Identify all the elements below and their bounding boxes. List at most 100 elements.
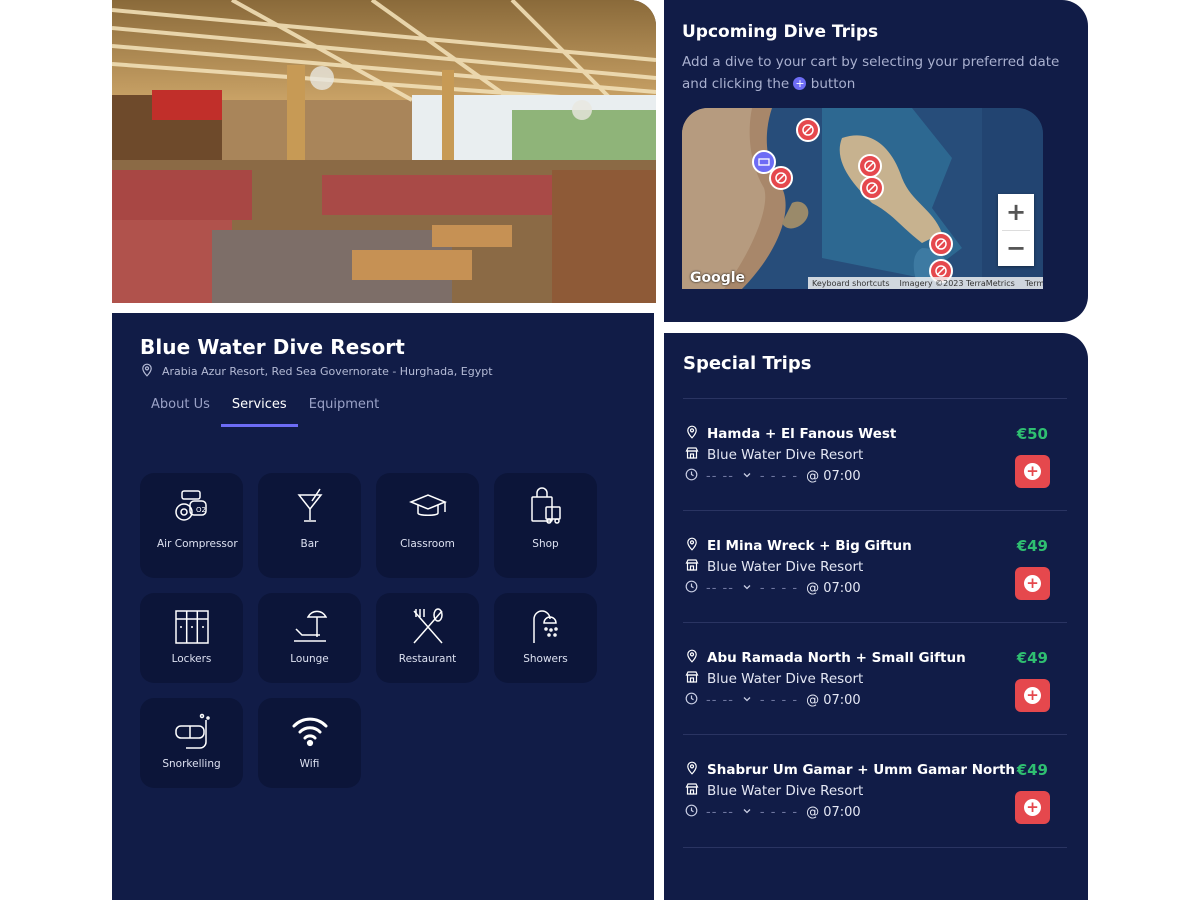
service-label: Restaurant: [398, 653, 457, 665]
trip-dive-center: Blue Water Dive Resort: [707, 559, 864, 575]
location-pin-icon: [685, 761, 699, 779]
dive-site-marker[interactable]: [858, 154, 882, 178]
trip-item: Hamda + El Fanous West Blue Water Dive R…: [683, 398, 1067, 511]
map-attribution: Keyboard shortcuts Imagery ©2023 TerraMe…: [808, 277, 1043, 289]
trip-name: Shabrur Um Gamar + Umm Gamar North: [707, 762, 1016, 778]
tab-equipment[interactable]: Equipment: [298, 395, 391, 427]
cocktail-icon: [296, 488, 323, 522]
upcoming-title: Upcoming Dive Trips: [682, 22, 879, 42]
service-label: Snorkelling: [162, 758, 221, 770]
time-selector[interactable]: - - - -: [760, 581, 798, 596]
trip-dive-center: Blue Water Dive Resort: [707, 447, 864, 463]
address-text: Arabia Azur Resort, Red Sea Governorate …: [162, 365, 493, 378]
special-trips-title: Special Trips: [683, 353, 812, 374]
storefront-icon: [685, 558, 699, 576]
location-pin-icon: [685, 537, 699, 555]
service-air-compressor: O2 Air Compressor: [140, 473, 243, 578]
clock-icon: [685, 692, 698, 709]
shower-icon: [532, 610, 558, 643]
satellite-map[interactable]: [682, 108, 1043, 289]
date-selector[interactable]: -- --: [706, 469, 734, 484]
dive-center-marker[interactable]: [752, 150, 776, 174]
resort-panel: Blue Water Dive Resort Arabia Azur Resor…: [112, 313, 654, 900]
upcoming-description: Add a dive to your cart by selecting you…: [682, 51, 1072, 95]
service-label: Showers: [523, 653, 568, 665]
resort-interior-image: [112, 0, 656, 303]
upcoming-trips-panel: Upcoming Dive Trips Add a dive to your c…: [664, 0, 1088, 322]
trip-name: Hamda + El Fanous West: [707, 426, 897, 442]
time-selector[interactable]: - - - -: [760, 693, 798, 708]
snorkel-mask-icon: [174, 713, 210, 749]
dive-sites-map[interactable]: + − Google Keyboard shortcuts Imagery ©2…: [682, 108, 1043, 289]
trip-price: €49: [1016, 649, 1048, 667]
service-label: Bar: [300, 538, 319, 550]
trip-time: @ 07:00: [806, 805, 861, 820]
service-label: Shop: [532, 538, 559, 550]
chevron-down-icon[interactable]: [742, 805, 752, 820]
terms-link[interactable]: Terms: [1025, 279, 1043, 288]
service-label: Air Compressor: [157, 538, 238, 550]
time-selector[interactable]: - - - -: [760, 469, 798, 484]
keyboard-shortcuts-link[interactable]: Keyboard shortcuts: [812, 279, 889, 288]
add-to-cart-button[interactable]: +: [1015, 791, 1050, 824]
graduation-cap-icon: [408, 494, 447, 516]
trip-time: @ 07:00: [806, 693, 861, 708]
zoom-divider: [1002, 230, 1030, 231]
storefront-icon: [685, 446, 699, 464]
special-trips-panel: Special Trips Hamda + El Fanous West Blu…: [664, 333, 1088, 900]
trip-time: @ 07:00: [806, 469, 861, 484]
clock-icon: [685, 468, 698, 485]
dive-site-marker[interactable]: [929, 232, 953, 256]
time-selector[interactable]: - - - -: [760, 805, 798, 820]
resort-photo: [112, 0, 656, 303]
trip-name: El Mina Wreck + Big Giftun: [707, 538, 912, 554]
service-lounge: Lounge: [258, 593, 361, 683]
dive-site-marker[interactable]: [860, 176, 884, 200]
add-to-cart-button[interactable]: +: [1015, 567, 1050, 600]
location-pin-icon: [685, 425, 699, 443]
tab-about-us[interactable]: About Us: [140, 395, 221, 427]
beach-lounger-icon: [293, 610, 327, 642]
service-restaurant: Restaurant: [376, 593, 479, 683]
chevron-down-icon[interactable]: [742, 469, 752, 484]
lockers-icon: [174, 610, 209, 644]
imagery-credit: Imagery ©2023 TerraMetrics: [899, 278, 1015, 288]
shopping-bag-icon: [530, 487, 561, 524]
clock-icon: [685, 580, 698, 597]
air-compressor-icon: O2: [174, 490, 207, 521]
trip-time: @ 07:00: [806, 581, 861, 596]
desc-text-after: button: [810, 76, 856, 92]
service-wifi: Wifi: [258, 698, 361, 788]
trip-dive-center: Blue Water Dive Resort: [707, 671, 864, 687]
trip-price: €49: [1016, 761, 1048, 779]
storefront-icon: [685, 670, 699, 688]
dive-site-marker[interactable]: [796, 118, 820, 142]
fork-knife-icon: [412, 608, 443, 644]
zoom-in-button[interactable]: +: [998, 194, 1034, 230]
tab-services[interactable]: Services: [220, 395, 298, 427]
resort-name: Blue Water Dive Resort: [140, 335, 405, 359]
chevron-down-icon[interactable]: [742, 693, 752, 708]
chevron-down-icon[interactable]: [742, 581, 752, 596]
location-pin-icon: [140, 363, 154, 380]
dive-site-marker[interactable]: [769, 166, 793, 190]
trip-item: El Mina Wreck + Big Giftun Blue Water Di…: [683, 510, 1067, 623]
add-to-cart-button[interactable]: +: [1015, 455, 1050, 488]
service-showers: Showers: [494, 593, 597, 683]
svg-text:O2: O2: [196, 506, 206, 514]
wifi-icon: [292, 717, 327, 747]
zoom-out-button[interactable]: −: [998, 230, 1034, 266]
date-selector[interactable]: -- --: [706, 805, 734, 820]
date-selector[interactable]: -- --: [706, 581, 734, 596]
resort-address: Arabia Azur Resort, Red Sea Governorate …: [140, 363, 493, 380]
plus-circle-icon: +: [1024, 799, 1041, 816]
plus-circle-icon: +: [793, 77, 807, 90]
service-classroom: Classroom: [376, 473, 479, 578]
plus-circle-icon: +: [1024, 463, 1041, 480]
add-to-cart-button[interactable]: +: [1015, 679, 1050, 712]
service-bar: Bar: [258, 473, 361, 578]
resort-tabs: About Us Services Equipment: [140, 395, 390, 427]
date-selector[interactable]: -- --: [706, 693, 734, 708]
trip-price: €50: [1016, 425, 1048, 443]
service-snorkelling: Snorkelling: [140, 698, 243, 788]
